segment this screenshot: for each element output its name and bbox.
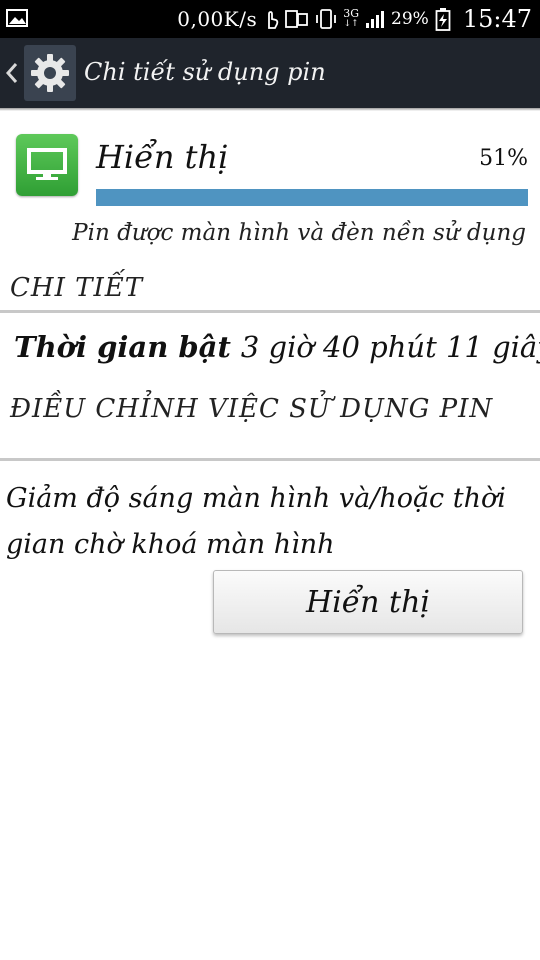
- app-name: Hiển thị: [96, 138, 229, 176]
- display-app-icon: [16, 134, 78, 196]
- display-settings-button[interactable]: Hiển thị: [213, 570, 523, 634]
- battery-percent: 29%: [391, 9, 429, 29]
- usage-percent: 51%: [479, 146, 528, 171]
- signal-icon: [366, 11, 385, 28]
- status-bar: 0,00K/s 3G ↓↑ 29% 15:47: [0, 0, 540, 38]
- adjust-header: ĐIỀU CHỈNH VIỆC SỬ DỤNG PIN: [10, 394, 494, 424]
- time-on-value: 3 giờ 40 phút 11 giây: [240, 330, 540, 364]
- divider: [0, 458, 540, 461]
- settings-app-button[interactable]: [24, 45, 76, 101]
- data-3g-icon: 3G ↓↑: [343, 7, 360, 29]
- image-notification-icon: [6, 9, 28, 27]
- action-bar: Chi tiết sử dụng pin: [0, 38, 540, 108]
- vibrate-icon: [316, 9, 337, 29]
- back-chevron-icon[interactable]: [5, 62, 19, 84]
- clock: 15:47: [462, 5, 532, 33]
- net-speed: 0,00K/s: [177, 7, 258, 31]
- network-type: 3G: [343, 7, 360, 20]
- time-on-label: Thời gian bật: [14, 330, 231, 364]
- touch-icon: [268, 11, 279, 29]
- settings-gear-icon: [31, 54, 69, 92]
- time-on-row: Thời gian bật 3 giờ 40 phút 11 giây: [14, 330, 540, 364]
- usage-bar-fill: [96, 189, 528, 206]
- usage-bar: [96, 189, 528, 206]
- screen-mirror-icon: [285, 10, 309, 28]
- app-description: Pin được màn hình và đèn nền sử dụng: [72, 220, 526, 246]
- battery-charging-icon: [435, 8, 451, 31]
- divider: [0, 310, 540, 313]
- adjust-description: Giảm độ sáng màn hình và/hoặc thời gian …: [6, 483, 506, 560]
- action-bar-shadow: [0, 108, 540, 111]
- details-header: CHI TIẾT: [10, 273, 144, 303]
- page-title: Chi tiết sử dụng pin: [84, 58, 326, 86]
- display-monitor-icon: [27, 148, 67, 180]
